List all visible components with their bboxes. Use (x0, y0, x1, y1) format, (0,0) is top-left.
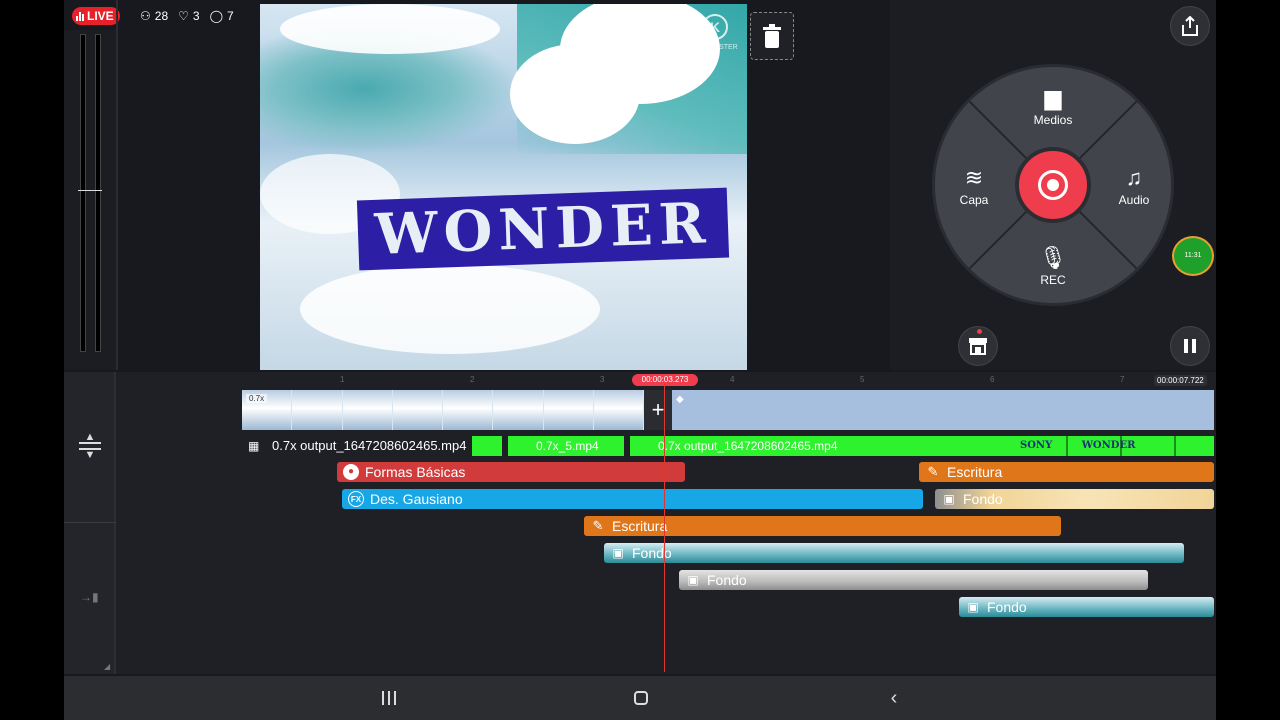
ruler-mark: 6 (990, 375, 995, 384)
primary-video-track[interactable]: 0.7x (242, 390, 1214, 430)
layer-fondo-gray[interactable]: ▣ Fondo (679, 570, 1148, 590)
layer-fondo-sand[interactable]: ▣ Fondo (935, 489, 1214, 509)
ruler-mark: 4 (730, 375, 735, 384)
live-badge[interactable]: LIVE (72, 7, 120, 25)
timeline-sidebar: ▲ ▼ →▮ ◢ (64, 372, 116, 674)
pause-button[interactable] (1170, 326, 1210, 366)
layer-des-gausiano[interactable]: FX Des. Gausiano (342, 489, 923, 509)
home-icon (634, 691, 648, 705)
sony-layer-clip[interactable]: SONY WONDER (1014, 436, 1214, 456)
comment-count: 7 (227, 9, 234, 23)
fx-icon: FX (348, 491, 364, 507)
music-note-icon: ♫ (1125, 165, 1143, 190)
audio-button[interactable]: ♫ Audio (1099, 165, 1169, 207)
audio-label: Audio (1118, 193, 1150, 207)
back-button[interactable]: ‹ (874, 686, 914, 710)
voice-record-button[interactable]: 🎙 REC (1018, 245, 1088, 287)
viewers-icon: ⚇ (140, 9, 151, 23)
expand-icon (79, 442, 101, 444)
transition-pin-icon[interactable]: ◆ (676, 394, 684, 405)
pause-icon (1184, 339, 1188, 353)
panel-divider (116, 0, 118, 370)
like-count: 3 (192, 9, 200, 23)
floating-preview-bubble[interactable]: 11:31 (1172, 236, 1214, 276)
media-button[interactable]: ▆ Medios (1018, 85, 1088, 127)
back-chevron-icon: ‹ (890, 686, 898, 709)
handwriting-icon: ✎ (927, 464, 939, 479)
image-icon: ▣ (967, 600, 979, 614)
current-time: 00:00:03.273 (632, 374, 698, 386)
image-icon: ▣ (943, 492, 955, 506)
ruler-mark: 1 (340, 375, 345, 384)
media-wheel-panel: ▆ Medios ≋ Capa ♫ Audio 🎙 REC (890, 0, 1216, 370)
handwriting-icon: ✎ (592, 518, 604, 533)
jump-to-end-icon[interactable]: →▮ (80, 590, 99, 604)
layer-fondo-teal-2[interactable]: ▣ Fondo (959, 597, 1214, 617)
heart-icon: ♡ (178, 9, 189, 23)
layer-button[interactable]: ≋ Capa (939, 165, 1009, 207)
asset-store-button[interactable] (958, 326, 998, 366)
resize-corner-icon[interactable]: ◢ (104, 662, 110, 671)
folder-icon: ▆ (1044, 85, 1062, 110)
audio-meter-left (80, 34, 86, 352)
total-duration: 00:00:07.722 (1154, 375, 1207, 386)
rec-label: REC (1040, 273, 1066, 287)
comment-icon: ◯ (209, 9, 224, 23)
layer-clip-name[interactable]: 0.7x output_1647208602465.mp4 (242, 436, 473, 456)
clip-speed-badge: 0.7x (246, 394, 268, 403)
delete-button[interactable] (750, 12, 794, 60)
asset-store-icon (969, 338, 987, 355)
add-clip-button[interactable]: + (644, 390, 672, 430)
cloud-shape (300, 264, 600, 354)
kinemaster-editor: LIVE ⚇ 28 ♡ 3 ◯ 7 WONDER K KINEMASTER ▆ … (64, 0, 1216, 720)
system-navigation-bar: ‹ (64, 676, 1216, 720)
ruler-mark: 3 (600, 375, 605, 384)
layer-escritura-top[interactable]: ✎ Escritura (919, 462, 1214, 482)
sony-label: SONY WONDER (1020, 440, 1136, 451)
ruler-mark: 5 (860, 375, 865, 384)
ruler-mark: 7 (1120, 375, 1125, 384)
media-label: Medios (1033, 113, 1073, 127)
playhead[interactable] (664, 384, 665, 672)
wonder-title: WONDER (356, 187, 730, 271)
trash-icon (763, 24, 781, 48)
audio-meter-right (95, 34, 101, 352)
audio-meter-panel (64, 30, 116, 370)
recents-icon (382, 691, 384, 705)
video-preview[interactable]: WONDER K KINEMASTER (260, 4, 747, 370)
layer-clip[interactable]: 0.7x_5.mp4 (508, 436, 624, 456)
share-icon (1182, 16, 1198, 36)
image-icon: ▣ (612, 546, 624, 560)
home-button[interactable] (621, 686, 661, 710)
layer-label: Capa (959, 193, 989, 207)
layer-escritura[interactable]: ✎ Escritura (584, 516, 1061, 536)
media-wheel: ▆ Medios ≋ Capa ♫ Audio 🎙 REC (932, 64, 1174, 306)
cloud-shape (280, 4, 500, 54)
layer-formas-basicas[interactable]: ● Formas Básicas (337, 462, 685, 482)
live-bars-icon (76, 11, 84, 21)
timeline[interactable]: ▲ ▼ →▮ ◢ 1 2 3 4 5 6 7 00:00:03.273 00:00… (64, 372, 1216, 674)
image-icon: ▣ (687, 573, 699, 587)
live-stats: ⚇ 28 ♡ 3 ◯ 7 (140, 9, 234, 23)
shutter-icon (1038, 170, 1068, 200)
shape-icon: ● (343, 464, 359, 480)
kinemaster-watermark: K KINEMASTER (691, 14, 739, 51)
video-layer-track[interactable]: 0.7x output_1647208602465.mp4 0.7x_5.mp4… (242, 436, 1214, 456)
share-button[interactable] (1170, 6, 1210, 46)
viewer-count: 28 (154, 9, 169, 23)
layer-clip[interactable]: 0.7x output_1647208602465.mp4 (630, 436, 1014, 456)
notification-dot (977, 329, 982, 334)
microphone-icon: 🎙 (1039, 245, 1067, 270)
video-thumbnails (242, 390, 644, 430)
live-label: LIVE (87, 9, 114, 23)
layers-icon: ≋ (964, 165, 984, 190)
audio-meter-mark (78, 190, 102, 191)
camera-record-button[interactable] (1015, 147, 1091, 223)
expand-timeline-button[interactable]: ▲ ▼ (78, 430, 102, 462)
layer-fondo-teal[interactable]: ▣ Fondo (604, 543, 1184, 563)
ruler-mark: 2 (470, 375, 475, 384)
bubble-time: 11:31 (1184, 252, 1202, 259)
recents-button[interactable] (369, 686, 409, 710)
kinemaster-logo-icon: K (702, 14, 728, 40)
